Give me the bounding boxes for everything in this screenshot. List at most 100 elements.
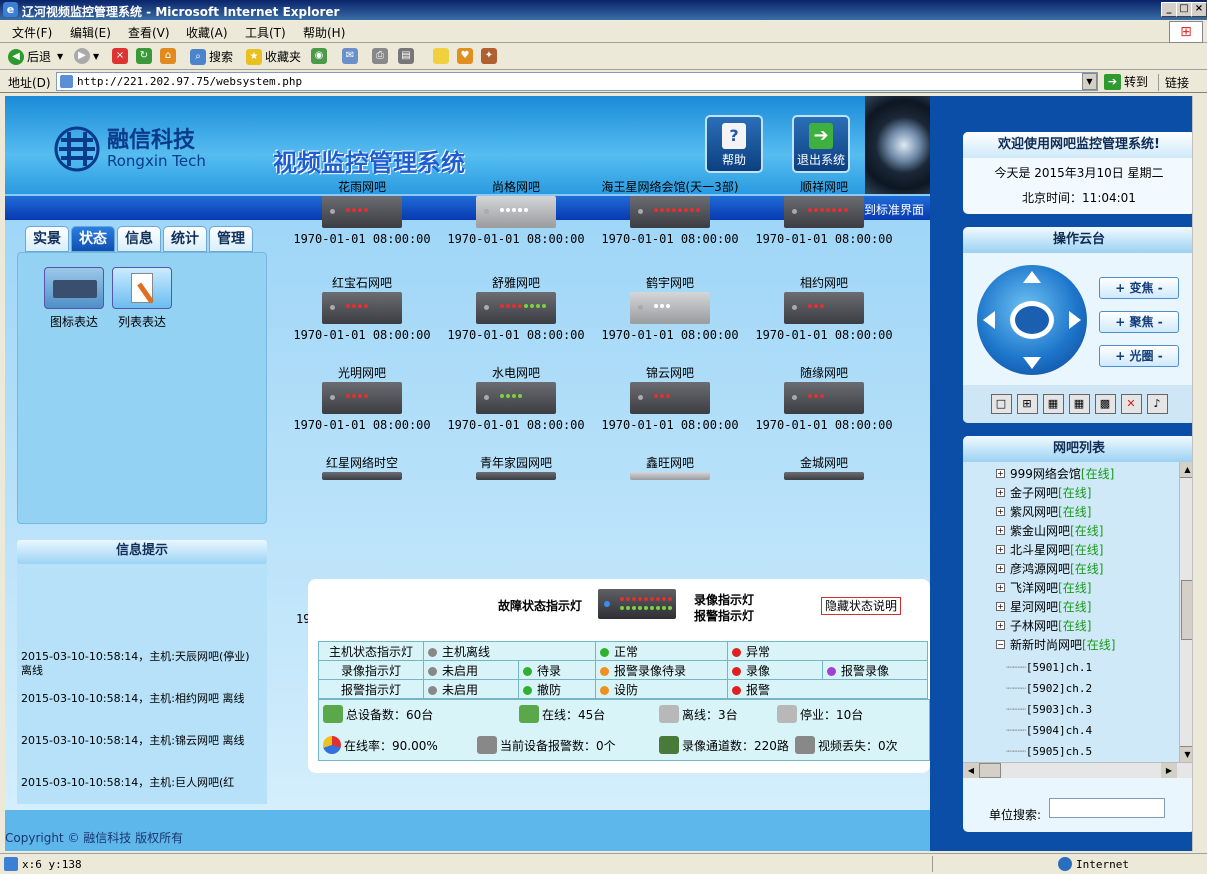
home-button[interactable]: ⌂	[160, 48, 179, 64]
expand-icon[interactable]: +	[996, 583, 1005, 592]
minimize-button[interactable]: _	[1161, 2, 1177, 17]
menu-favorites[interactable]: 收藏(A)	[186, 24, 228, 41]
page-scrollbar[interactable]	[1192, 96, 1207, 851]
list-view-option[interactable]: 列表表达	[110, 267, 174, 330]
device-card[interactable]: 舒雅网吧 1970-01-01 08:00:00	[446, 262, 586, 342]
help-button[interactable]: ? 帮助	[705, 115, 763, 173]
device-card[interactable]: 青年家园网吧	[446, 442, 586, 480]
address-dropdown[interactable]: ▼	[1082, 73, 1097, 90]
device-card[interactable]: 锦云网吧 1970-01-01 08:00:00	[600, 352, 740, 432]
arrow-up-icon[interactable]	[1023, 271, 1041, 283]
layout-6-icon[interactable]: ▦	[1042, 394, 1064, 414]
ptz-control-pad[interactable]	[977, 265, 1087, 375]
expand-icon[interactable]: +	[996, 545, 1005, 554]
menu-view[interactable]: 查看(V)	[128, 24, 170, 41]
close-button[interactable]: ×	[1191, 2, 1207, 17]
tree-hscrollbar[interactable]: ◀ ▶	[963, 762, 1192, 778]
forward-button[interactable]: ▶ ▼	[74, 48, 99, 64]
expand-icon[interactable]: +	[996, 602, 1005, 611]
netbar-item[interactable]: + 紫风网吧 [在线]	[996, 503, 1091, 520]
tree-scroll-thumb[interactable]	[1181, 580, 1192, 640]
print-button[interactable]: ⎙	[372, 48, 391, 64]
arrow-left-icon[interactable]	[983, 311, 995, 329]
hide-legend-button[interactable]: 隐藏状态说明	[821, 597, 901, 615]
stop-button[interactable]: ×	[112, 48, 131, 64]
netbar-item[interactable]: + 北斗星网吧 [在线]	[996, 541, 1103, 558]
layout-9-icon[interactable]: ▦	[1068, 394, 1090, 414]
device-card[interactable]: 鹤宇网吧 1970-01-01 08:00:00	[600, 262, 740, 342]
tab-info[interactable]: 信息	[117, 226, 161, 252]
mail-button[interactable]: ✉	[342, 48, 361, 64]
netbar-item[interactable]: +999网络会馆 [在线]	[996, 465, 1114, 482]
layout-1-icon[interactable]: □	[990, 394, 1012, 414]
netbar-item[interactable]: + 金子网吧 [在线]	[996, 484, 1091, 501]
device-card[interactable]: 红宝石网吧 1970-01-01 08:00:00	[292, 262, 432, 342]
netbar-item[interactable]: + 紫金山网吧 [在线]	[996, 522, 1103, 539]
collapse-icon[interactable]: −	[996, 640, 1005, 649]
discuss-button[interactable]	[433, 48, 452, 64]
netbar-item[interactable]: + 飞洋网吧 [在线]	[996, 579, 1091, 596]
search-button[interactable]: ⌕ 搜索	[190, 48, 233, 65]
menu-edit[interactable]: 编辑(E)	[70, 24, 111, 41]
arrow-down-icon[interactable]	[1023, 357, 1041, 369]
tools-button[interactable]: ✦	[481, 48, 500, 64]
icon-view-label: 图标表达	[49, 315, 98, 329]
unit-search-input[interactable]	[1049, 798, 1165, 818]
mute-stop-icon[interactable]: ✕	[1120, 394, 1142, 414]
expand-icon[interactable]: +	[996, 526, 1005, 535]
device-card[interactable]: 随缘网吧 1970-01-01 08:00:00	[754, 352, 894, 432]
device-card[interactable]: 海王星网络会馆(天一3部) 1970-01-01 08:00:00	[600, 166, 740, 246]
tab-realview[interactable]: 实景	[25, 226, 69, 252]
maximize-button[interactable]: □	[1176, 2, 1192, 17]
channel-item[interactable]: ┈┈┈[5901]ch.1	[1006, 661, 1092, 674]
device-card[interactable]: 光明网吧 1970-01-01 08:00:00	[292, 352, 432, 432]
expand-icon[interactable]: +	[996, 488, 1005, 497]
channel-item[interactable]: ┈┈┈[5904]ch.4	[1006, 724, 1092, 737]
expand-icon[interactable]: +	[996, 564, 1005, 573]
go-button[interactable]: ➔ 转到	[1104, 73, 1148, 90]
messenger-button[interactable]: ♥	[457, 48, 476, 64]
netbar-item[interactable]: + 星河网吧 [在线]	[996, 598, 1091, 615]
channel-item[interactable]: ┈┈┈[5902]ch.2	[1006, 682, 1092, 695]
media-button[interactable]: ◉	[311, 48, 330, 64]
channel-item[interactable]: ┈┈┈[5903]ch.3	[1006, 703, 1092, 716]
expand-icon[interactable]: +	[996, 469, 1005, 478]
netbar-item[interactable]: − 新新时尚网吧 [在线]	[996, 636, 1115, 653]
tab-status[interactable]: 状态	[71, 226, 115, 252]
device-card[interactable]: 花雨网吧 1970-01-01 08:00:00	[292, 166, 432, 246]
favorites-button[interactable]: ★ 收藏夹	[246, 48, 301, 65]
edit-button[interactable]: ▤	[398, 48, 417, 64]
channel-item[interactable]: ┈┈┈[5905]ch.5	[1006, 745, 1092, 758]
auto-rotate-icon[interactable]	[1010, 301, 1054, 339]
device-card[interactable]: 红星网络时空	[292, 442, 432, 480]
icon-view-option[interactable]: 图标表达	[42, 267, 106, 330]
tab-manage[interactable]: 管理	[209, 226, 253, 252]
netbar-item[interactable]: + 子林网吧 [在线]	[996, 617, 1091, 634]
iris-button[interactable]: + 光圈 -	[1099, 345, 1179, 367]
arrow-right-icon[interactable]	[1069, 311, 1081, 329]
menu-help[interactable]: 帮助(H)	[303, 24, 345, 41]
menu-file[interactable]: 文件(F)	[12, 24, 52, 41]
layout-4-icon[interactable]: ⊞	[1016, 394, 1038, 414]
zoom-button[interactable]: + 变焦 -	[1099, 277, 1179, 299]
speaker-icon[interactable]: ♪	[1146, 394, 1168, 414]
links-button[interactable]: 链接	[1158, 74, 1189, 91]
device-card[interactable]: 金城网吧	[754, 442, 894, 480]
address-input[interactable]: http://221.202.97.75/websystem.php	[56, 72, 1098, 91]
device-card[interactable]: 相约网吧 1970-01-01 08:00:00	[754, 262, 894, 342]
focus-button[interactable]: + 聚焦 -	[1099, 311, 1179, 333]
menu-tools[interactable]: 工具(T)	[245, 24, 286, 41]
layout-16-icon[interactable]: ▩	[1094, 394, 1116, 414]
expand-icon[interactable]: +	[996, 621, 1005, 630]
device-card[interactable]: 水电网吧 1970-01-01 08:00:00	[446, 352, 586, 432]
back-button[interactable]: ◀ 后退 ▼	[8, 48, 63, 65]
exit-button[interactable]: ➔ 退出系统	[792, 115, 850, 173]
expand-icon[interactable]: +	[996, 507, 1005, 516]
netbar-item[interactable]: + 彦鸿源网吧 [在线]	[996, 560, 1103, 577]
tree-scrollbar[interactable]: ▲ ▼	[1179, 462, 1192, 762]
device-card[interactable]: 尚格网吧 1970-01-01 08:00:00	[446, 166, 586, 246]
device-card[interactable]: 顺祥网吧 1970-01-01 08:00:00	[754, 166, 894, 246]
tab-stats[interactable]: 统计	[163, 226, 207, 252]
device-card[interactable]: 鑫旺网吧	[600, 442, 740, 480]
refresh-button[interactable]: ↻	[136, 48, 155, 64]
